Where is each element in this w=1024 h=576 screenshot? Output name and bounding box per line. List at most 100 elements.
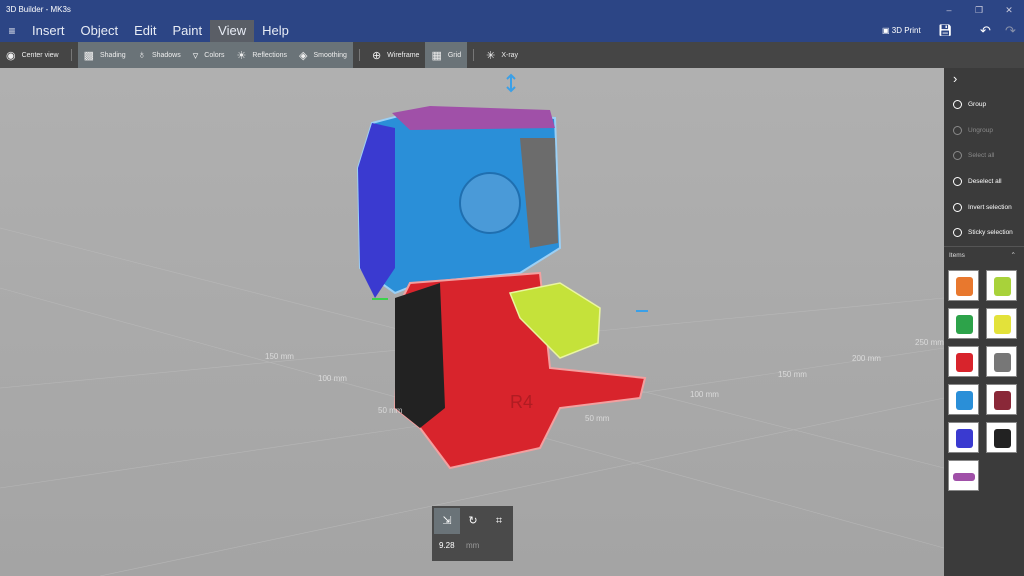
item-preview [994,429,1011,448]
ungroup-button[interactable]: Ungroup [944,118,1024,144]
menu-insert[interactable]: Insert [24,20,73,42]
paint-bucket-icon: ▿ [192,49,199,62]
wireframe-button[interactable]: ⊕ Wireframe [366,42,426,68]
action-label: Group [968,101,987,109]
invert-icon [953,202,962,212]
item-preview [953,473,975,481]
globe-icon: ⊕ [371,49,382,62]
grid-label: 50 mm [378,406,403,415]
hamburger-menu-icon[interactable]: ≡ [0,20,24,42]
xray-button[interactable]: ✳ X-ray [480,42,524,68]
smoothing-icon: ◈ [299,49,308,62]
item-thumbnail[interactable] [948,384,979,415]
item-thumbnail[interactable] [986,422,1017,453]
minimize-button[interactable]: – [934,0,964,20]
grid-label: 50 mm [585,414,610,423]
item-preview [956,429,973,448]
redo-icon[interactable]: ↷ [1005,20,1016,42]
item-preview [994,391,1011,410]
menu-help[interactable]: Help [254,20,297,42]
action-label: Deselect all [968,178,1002,186]
item-thumbnail[interactable] [986,270,1017,301]
move-tool-icon[interactable]: ⇲ [434,508,460,534]
view-toolbar: ◉ Center view ▩ Shading ♁ Shadows ▿ Colors ☀… [0,42,944,68]
maximize-button[interactable]: ❐ [964,0,994,20]
item-preview [956,353,973,372]
model-label: R4 [510,392,533,412]
3d-print-icon: ▣ [882,26,890,35]
invert-selection-button[interactable]: Invert selection [944,194,1024,220]
scale-tool-icon[interactable]: ⌗ [486,508,512,534]
close-button[interactable]: ✕ [994,0,1024,20]
item-thumbnail[interactable] [948,422,979,453]
smoothing-label: Smoothing [313,51,347,59]
chevron-up-icon[interactable]: ⌃ [1011,247,1016,265]
shading-icon: ▩ [83,49,94,62]
divider [70,49,72,61]
deselect-all-button[interactable]: Deselect all [944,169,1024,195]
reflections-label: Reflections [252,51,288,59]
colors-label: Colors [204,51,225,59]
grid-label: 100 mm [318,374,347,383]
save-icon[interactable]: 💾︎ [938,20,952,42]
title-bar: 3D Builder - MK3s – ❐ ✕ [0,0,1024,20]
grid-label: 200 mm [852,354,881,363]
items-header[interactable]: Items ⌃ [944,246,1024,264]
menu-object[interactable]: Object [73,20,127,42]
ungroup-icon [953,125,962,135]
item-thumbnail[interactable] [986,308,1017,339]
model-black-part [395,283,445,428]
item-thumbnail[interactable] [948,460,979,491]
3d-viewport[interactable]: R4 150 mm 100 mm 50 mm 50 mm 100 mm 150 … [0,68,944,576]
value-field[interactable]: 9.28 [439,541,455,550]
item-preview [956,391,973,410]
undo-icon[interactable]: ↶ [980,20,991,42]
transform-minibar: ⇲ ↻ ⌗ 9.28 mm [432,506,513,561]
rotate-tool-icon[interactable]: ↻ [460,508,486,534]
item-thumbnail[interactable] [948,308,979,339]
select-all-icon [953,151,962,161]
item-thumbnail[interactable] [948,346,979,377]
colors-button[interactable]: ▿ Colors [187,42,231,68]
reflections-icon: ☀ [236,49,247,62]
item-preview [956,315,973,334]
sticky-icon [953,228,962,238]
sticky-selection-button[interactable]: Sticky selection [944,220,1024,246]
display-group: ▩ Shading ♁ Shadows ▿ Colors ☀ Reflections ◈… [77,42,353,68]
item-thumbnail[interactable] [986,384,1017,415]
window-title: 3D Builder - MK3s [6,5,71,14]
select-all-button[interactable]: Select all [944,143,1024,169]
shadows-button[interactable]: ♁ Shadows [132,42,187,68]
action-label: Invert selection [968,203,1012,211]
grid-label: 150 mm [778,370,807,379]
3d-print-button[interactable]: ▣ 3D Print [882,20,921,42]
wireframe-label: Wireframe [387,51,420,59]
center-view-button[interactable]: ◉ Center view [0,42,65,68]
center-view-label: Center view [21,51,59,59]
item-preview [994,277,1011,296]
shading-button[interactable]: ▩ Shading [78,42,132,68]
toolbar-filler [944,42,1024,68]
grid-label: 100 mm [690,390,719,399]
model-fan-hole [459,172,521,234]
item-thumbnail[interactable] [986,346,1017,377]
menu-paint[interactable]: Paint [165,20,211,42]
shadows-label: Shadows [151,51,181,59]
move-z-arrow-icon[interactable] [506,73,516,93]
model-purple-top[interactable] [392,106,555,130]
menu-edit[interactable]: Edit [126,20,164,42]
grid-button[interactable]: ▦ Grid [425,42,467,68]
3d-print-label: 3D Print [891,26,921,35]
bulb-icon: ♁ [137,49,146,61]
smoothing-button[interactable]: ◈ Smoothing [293,42,353,68]
reflections-button[interactable]: ☀ Reflections [231,42,294,68]
item-thumbnail[interactable] [948,270,979,301]
circle-icon [953,177,962,187]
menu-bar: ≡ Insert Object Edit Paint View Help [0,20,1024,42]
collapse-chevron-icon[interactable]: › [944,68,1024,92]
xray-label: X-ray [501,51,519,59]
group-button[interactable]: Group [944,92,1024,118]
grid-label: 150 mm [265,352,294,361]
menu-view[interactable]: View [210,20,255,42]
grid-icon: ▦ [431,49,442,62]
